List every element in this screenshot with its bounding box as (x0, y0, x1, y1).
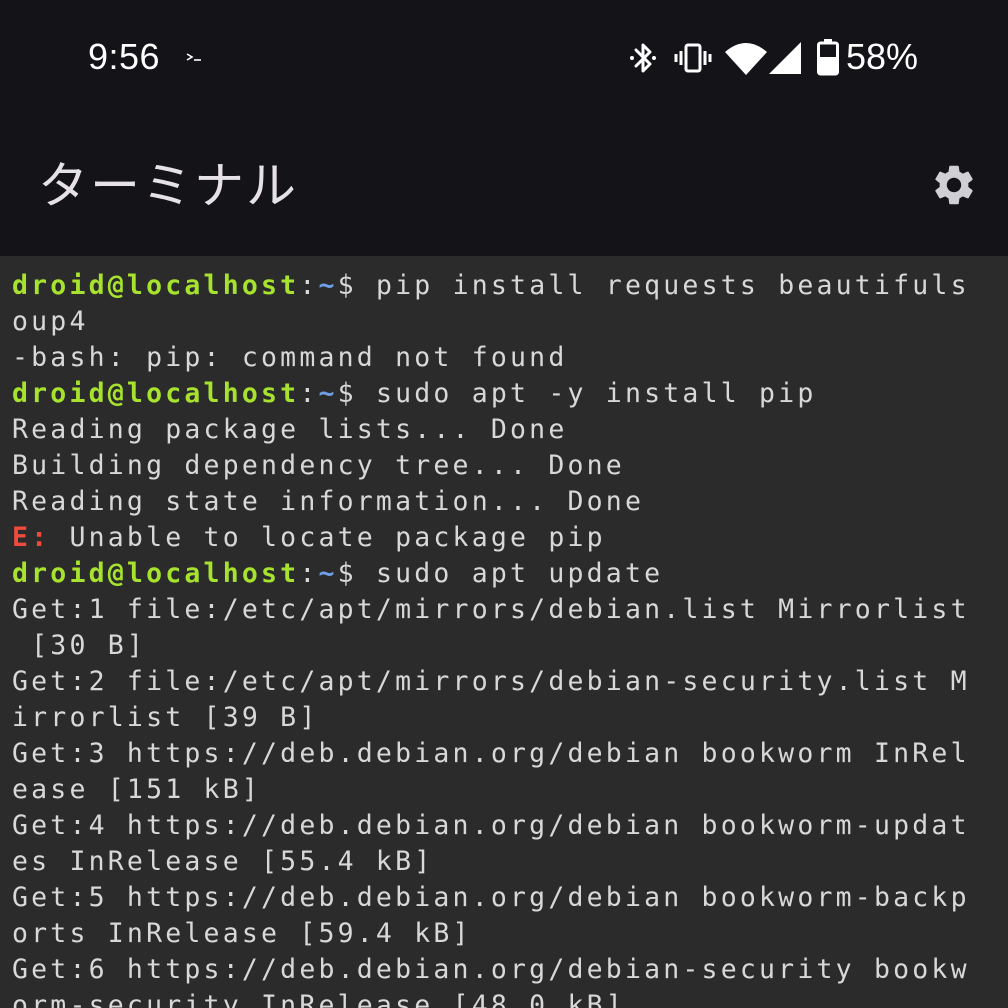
prompt-path: ~ (318, 378, 338, 409)
command-text: sudo apt update (375, 558, 664, 589)
output-text: [30 B] (12, 630, 147, 661)
output-line: irrorlist [39 B] (12, 700, 1002, 736)
prompt-separator: : (299, 558, 319, 589)
output-text: Reading package lists... Done (12, 414, 568, 445)
output-text: ease [151 kB] (12, 774, 262, 805)
prompt-sign: $ (337, 378, 376, 409)
output-line: -bash: pip: command not found (12, 340, 1002, 376)
battery-percent: 58% (846, 36, 919, 77)
error-line: E: Unable to locate package pip (12, 520, 1002, 556)
error-message: Unable to locate package pip (50, 522, 606, 553)
wifi-icon (725, 43, 767, 75)
vibrate-icon (674, 43, 712, 73)
output-line: orts InRelease [59.4 kB] (12, 916, 1002, 952)
output-line: Building dependency tree... Done (12, 448, 1002, 484)
output-line: Get:2 file:/etc/apt/mirrors/debian-secur… (12, 664, 1002, 700)
bluetooth-icon (630, 43, 656, 73)
terminal-view[interactable]: droid@localhost:~$ pip install requests … (0, 256, 1008, 1008)
prompt-user: droid@localhost (12, 270, 300, 301)
output-text: es InRelease [55.4 kB] (12, 846, 434, 877)
output-line: Get:4 https://deb.debian.org/debian book… (12, 808, 1002, 844)
output-line: Reading state information... Done (12, 484, 1002, 520)
output-text: orm-security InRelease [48.0 kB] (12, 990, 625, 1008)
output-line: Get:1 file:/etc/apt/mirrors/debian.list … (12, 592, 1002, 628)
output-text: Get:5 https://deb.debian.org/debian book… (12, 882, 970, 913)
prompt-path: ~ (318, 270, 338, 301)
output-line: Get:5 https://deb.debian.org/debian book… (12, 880, 1002, 916)
output-line: [30 B] (12, 628, 1002, 664)
output-text: Get:1 file:/etc/apt/mirrors/debian.list … (12, 594, 970, 625)
output-text: oup4 (12, 306, 89, 337)
prompt-line: droid@localhost:~$ sudo apt -y install p… (12, 376, 1002, 412)
prompt-user: droid@localhost (12, 558, 300, 589)
output-text: orts InRelease [59.4 kB] (12, 918, 472, 949)
terminal-output: droid@localhost:~$ pip install requests … (12, 268, 1002, 1008)
prompt-sign: $ (337, 558, 376, 589)
prompt-separator: : (299, 378, 319, 409)
app-title: ターミナル (38, 157, 298, 215)
output-line: Get:3 https://deb.debian.org/debian book… (12, 736, 1002, 772)
prompt-line: droid@localhost:~$ sudo apt update (12, 556, 1002, 592)
output-text: Get:4 https://deb.debian.org/debian book… (12, 810, 970, 841)
prompt-sign: $ (337, 270, 376, 301)
output-line: oup4 (12, 304, 1002, 340)
output-text: Get:2 file:/etc/apt/mirrors/debian-secur… (12, 666, 970, 697)
settings-button[interactable] (922, 153, 986, 217)
gear-icon (935, 165, 973, 205)
output-line: orm-security InRelease [48.0 kB] (12, 988, 1002, 1008)
signal-icon (769, 42, 801, 74)
output-text: Get:6 https://deb.debian.org/debian-secu… (12, 954, 970, 985)
command-text: sudo apt -y install pip (375, 378, 817, 409)
output-text: Building dependency tree... Done (12, 450, 625, 481)
output-text: Get:3 https://deb.debian.org/debian book… (12, 738, 970, 769)
app-bar: ターミナル (0, 115, 1008, 256)
output-text: -bash: pip: command not found (12, 342, 568, 373)
error-tag: E: (12, 522, 51, 553)
prompt-path: ~ (318, 558, 338, 589)
output-text: irrorlist [39 B] (12, 702, 319, 733)
battery-icon (817, 39, 839, 76)
prompt-user: droid@localhost (12, 378, 300, 409)
output-line: Get:6 https://deb.debian.org/debian-secu… (12, 952, 1002, 988)
output-line: Reading package lists... Done (12, 412, 1002, 448)
terminal-notification-icon (186, 53, 201, 61)
phone-screen: 9:56 58% ターミナル droid@localhost:~$ pip in… (0, 0, 1008, 1008)
output-text: Reading state information... Done (12, 486, 645, 517)
output-line: es InRelease [55.4 kB] (12, 844, 1002, 880)
command-text: pip install requests beautifuls (375, 270, 970, 301)
prompt-separator: : (299, 270, 319, 301)
output-line: ease [151 kB] (12, 772, 1002, 808)
status-bar: 9:56 58% (0, 0, 1008, 115)
prompt-line: droid@localhost:~$ pip install requests … (12, 268, 1002, 304)
status-time: 9:56 (88, 36, 161, 77)
